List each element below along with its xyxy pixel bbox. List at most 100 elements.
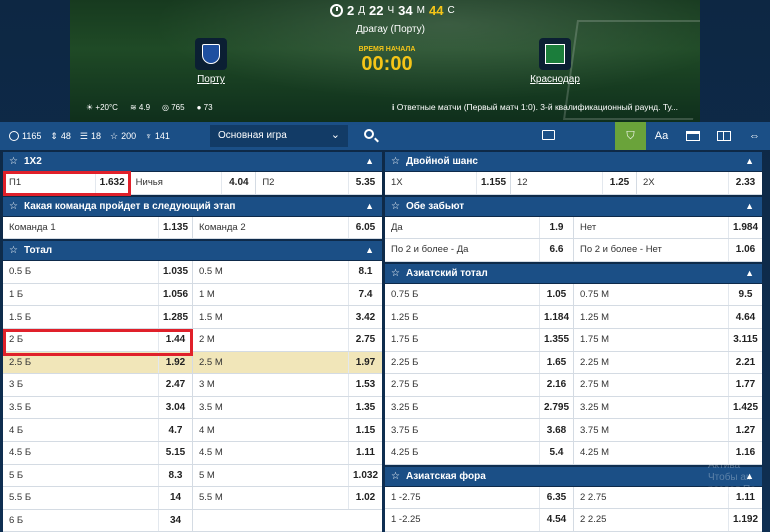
- odds-value[interactable]: 1.97: [348, 351, 382, 374]
- market-header[interactable]: ☆ Обе забьют ▲: [385, 196, 762, 217]
- filter-all[interactable]: 1165: [9, 131, 41, 141]
- odds-cell[interactable]: 1X 1.155: [385, 172, 511, 194]
- odds-cell[interactable]: 1.5 М 3.42: [193, 306, 382, 328]
- odds-value[interactable]: 1.02: [348, 487, 382, 509]
- odds-cell[interactable]: 2.25 Б 1.65: [385, 351, 574, 374]
- odds-value[interactable]: 6.6: [539, 239, 573, 261]
- odds-cell[interactable]: 5.5 М 1.02: [193, 487, 382, 509]
- away-team-name[interactable]: Краснодар: [515, 74, 595, 85]
- odds-value[interactable]: 1.192: [728, 509, 762, 531]
- odds-cell[interactable]: П1 1.632: [3, 172, 130, 194]
- single-column-button[interactable]: [677, 122, 708, 150]
- odds-cell[interactable]: 0.5 М 8.1: [193, 261, 382, 283]
- odds-value[interactable]: 1.53: [348, 374, 382, 396]
- odds-cell[interactable]: 3.25 Б 2.795: [385, 396, 574, 419]
- odds-value[interactable]: 1.15: [348, 419, 382, 441]
- odds-cell[interactable]: 4 Б 4.7: [3, 419, 193, 441]
- star-icon[interactable]: ☆: [9, 156, 18, 167]
- odds-value[interactable]: 14: [158, 487, 192, 509]
- star-icon[interactable]: ☆: [9, 201, 18, 212]
- odds-cell[interactable]: 4.5 Б 5.15: [3, 441, 193, 464]
- game-type-select[interactable]: Основная игра ⌄: [210, 125, 348, 147]
- odds-cell[interactable]: 2.75 М 1.77: [574, 374, 762, 396]
- book-icon[interactable]: [542, 130, 555, 140]
- odds-value[interactable]: 1.27: [728, 419, 762, 441]
- odds-value[interactable]: 5.4: [539, 441, 573, 464]
- odds-cell[interactable]: 0.75 Б 1.05: [385, 283, 574, 306]
- odds-cell[interactable]: 2.25 М 2.21: [574, 351, 762, 374]
- star-icon[interactable]: ☆: [391, 471, 400, 482]
- odds-value[interactable]: 1.05: [539, 283, 573, 306]
- odds-value[interactable]: 6.05: [348, 216, 382, 239]
- market-header[interactable]: ☆ Азиатский тотал ▲: [385, 263, 762, 284]
- odds-cell[interactable]: 2 2.25 1.192: [574, 509, 762, 531]
- odds-cell[interactable]: По 2 и более - Да 6.6: [385, 239, 574, 261]
- market-header[interactable]: ☆ Какая команда пройдет в следующий этап ▲: [3, 196, 382, 217]
- filter-cup[interactable]: ♆ 141: [145, 131, 170, 141]
- odds-value[interactable]: 4.54: [539, 509, 573, 531]
- odds-value[interactable]: 4.7: [158, 419, 192, 441]
- odds-cell[interactable]: 1.5 Б 1.285: [3, 306, 193, 328]
- odds-value[interactable]: 1.632: [94, 172, 129, 194]
- odds-cell[interactable]: 1.75 М 3.115: [574, 328, 762, 351]
- odds-value[interactable]: 2.33: [728, 172, 762, 194]
- odds-cell[interactable]: 2.5 М 1.97: [193, 351, 382, 374]
- odds-cell[interactable]: 5 М 1.032: [193, 464, 382, 487]
- odds-cell[interactable]: 4 М 1.15: [193, 419, 382, 441]
- odds-value[interactable]: 2.47: [158, 374, 192, 396]
- odds-cell[interactable]: 2.5 Б 1.92: [3, 351, 193, 374]
- odds-value[interactable]: 7.4: [348, 283, 382, 306]
- odds-cell[interactable]: 1.25 Б 1.184: [385, 306, 574, 328]
- home-team-name[interactable]: Порту: [171, 74, 251, 85]
- odds-value[interactable]: 2.21: [728, 351, 762, 374]
- odds-cell[interactable]: 3.5 М 1.35: [193, 396, 382, 419]
- odds-cell[interactable]: 1.25 М 4.64: [574, 306, 762, 328]
- odds-cell[interactable]: 5 Б 8.3: [3, 464, 193, 487]
- odds-value[interactable]: 1.44: [158, 328, 192, 351]
- odds-value[interactable]: 3.42: [348, 306, 382, 328]
- odds-cell[interactable]: 4.25 Б 5.4: [385, 441, 574, 464]
- odds-cell[interactable]: 2.75 Б 2.16: [385, 374, 574, 396]
- odds-value[interactable]: 2.16: [539, 374, 573, 396]
- odds-value[interactable]: 1.25: [602, 172, 636, 194]
- odds-cell[interactable]: Нет 1.984: [574, 216, 762, 239]
- odds-value[interactable]: 5.35: [348, 172, 382, 194]
- two-column-button[interactable]: [708, 122, 739, 150]
- odds-value[interactable]: 8.1: [348, 261, 382, 283]
- odds-value[interactable]: 1.184: [539, 306, 573, 328]
- odds-cell[interactable]: Ничья 4.04: [130, 172, 257, 194]
- collapse-button[interactable]: ⇔: [739, 122, 770, 150]
- font-size-button[interactable]: Aa: [646, 122, 677, 150]
- odds-cell[interactable]: 3 Б 2.47: [3, 374, 193, 396]
- odds-value[interactable]: 2.795: [539, 396, 573, 419]
- odds-cell[interactable]: 3 М 1.53: [193, 374, 382, 396]
- stats-view-button[interactable]: ⛉: [615, 122, 646, 150]
- odds-value[interactable]: 1.285: [158, 306, 192, 328]
- chevron-up-icon[interactable]: ▲: [745, 201, 754, 211]
- chevron-up-icon[interactable]: ▲: [745, 156, 754, 166]
- odds-cell[interactable]: П2 5.35: [256, 172, 382, 194]
- odds-cell[interactable]: 3.75 Б 3.68: [385, 419, 574, 441]
- odds-value[interactable]: 1.77: [728, 374, 762, 396]
- home-team[interactable]: Порту: [171, 38, 251, 85]
- odds-value[interactable]: 5.15: [158, 441, 192, 464]
- odds-value[interactable]: 1.65: [539, 351, 573, 374]
- odds-cell[interactable]: 2 М 2.75: [193, 328, 382, 351]
- odds-cell[interactable]: 1 М 7.4: [193, 283, 382, 306]
- odds-cell[interactable]: 2X 2.33: [637, 172, 762, 194]
- away-team[interactable]: Краснодар: [515, 38, 595, 85]
- odds-cell[interactable]: Да 1.9: [385, 216, 574, 239]
- odds-cell[interactable]: 12 1.25: [511, 172, 637, 194]
- odds-value[interactable]: 1.984: [728, 216, 762, 239]
- odds-value[interactable]: 4.64: [728, 306, 762, 328]
- market-header[interactable]: ☆ Тотал ▲: [3, 241, 382, 262]
- odds-cell[interactable]: По 2 и более - Нет 1.06: [574, 239, 762, 261]
- odds-cell[interactable]: 1 Б 1.056: [3, 283, 193, 306]
- odds-cell[interactable]: Команда 2 6.05: [193, 216, 382, 239]
- odds-value[interactable]: 1.032: [348, 464, 382, 487]
- odds-cell[interactable]: 1.75 Б 1.355: [385, 328, 574, 351]
- odds-value[interactable]: 1.035: [158, 261, 192, 283]
- odds-value[interactable]: 2.75: [348, 328, 382, 351]
- filter-b[interactable]: ☰ 18: [80, 131, 101, 142]
- odds-value[interactable]: 6.35: [539, 486, 573, 509]
